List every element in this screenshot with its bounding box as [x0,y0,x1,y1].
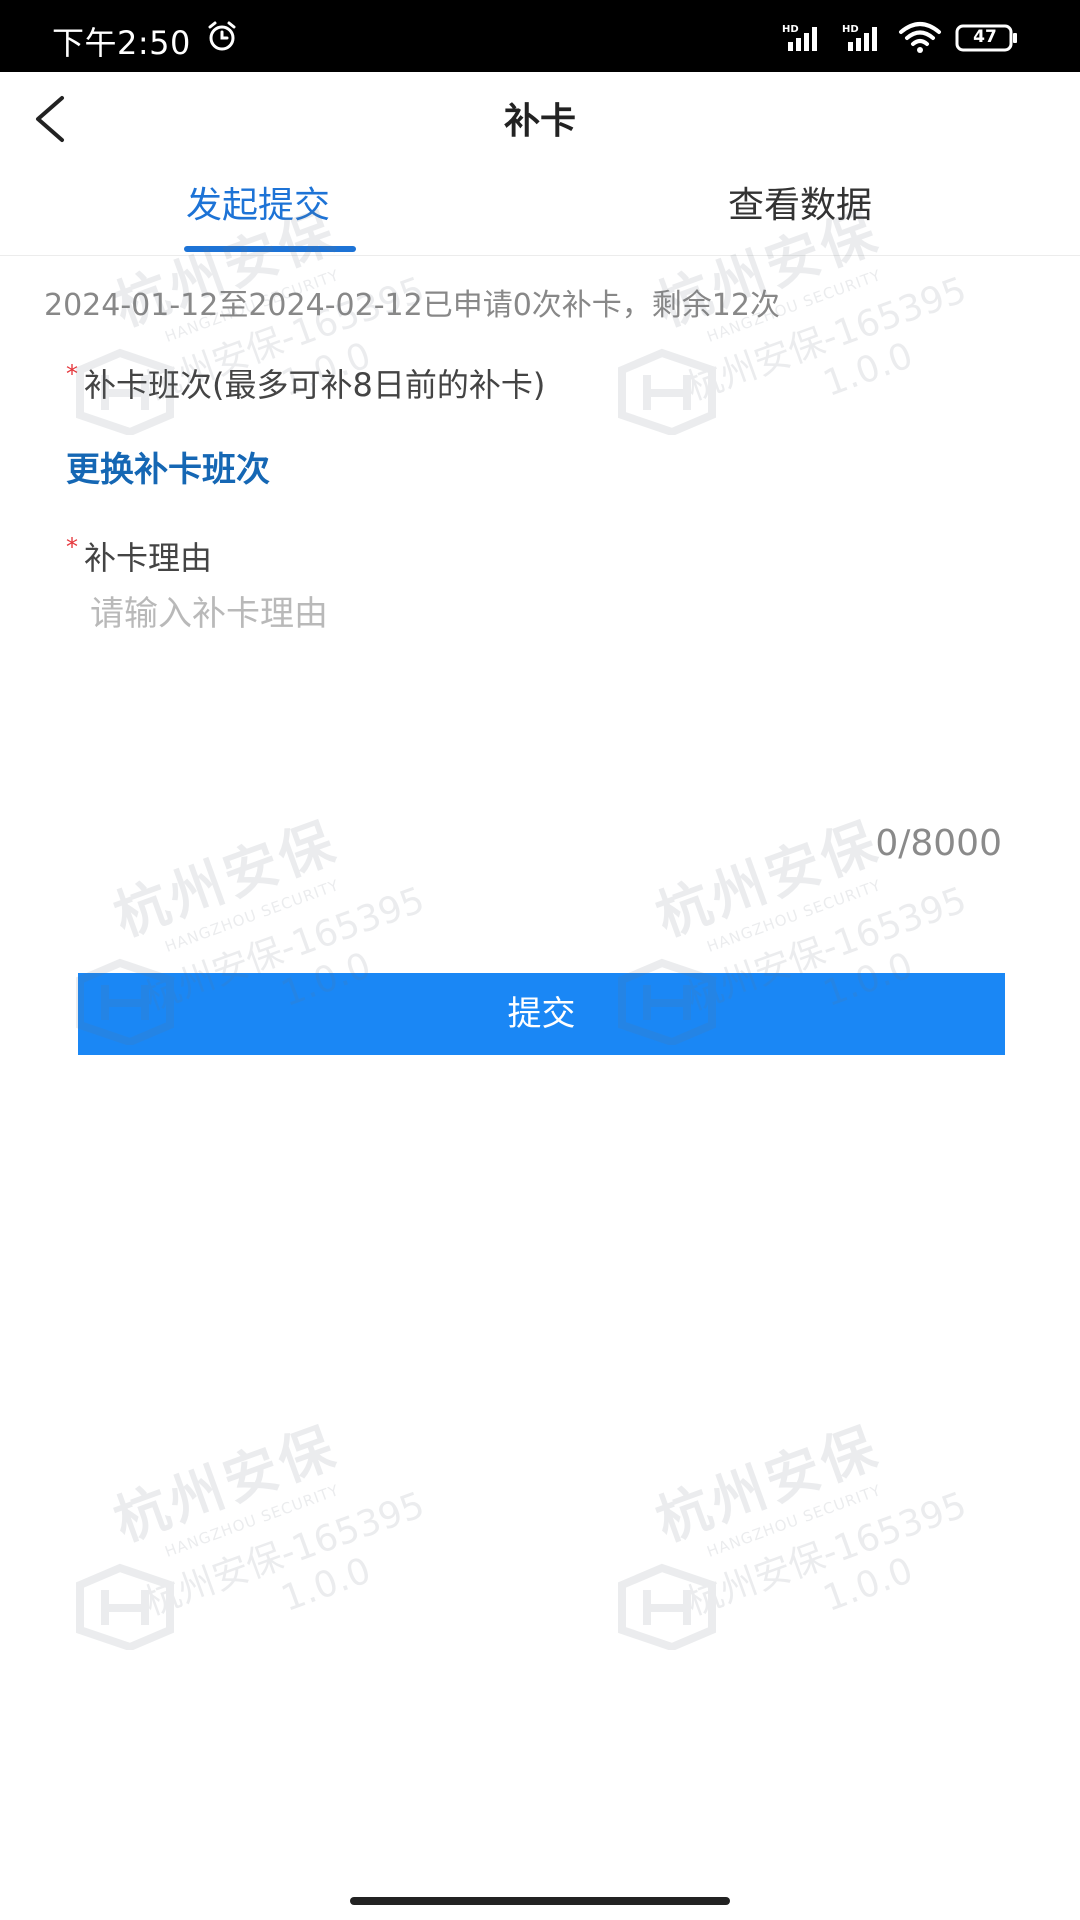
page: 下午2:50 HD HD 47 补卡 发起提交 查看数据 2024-01-12至… [0,0,1080,1920]
signal-icon: HD [782,24,817,51]
watermark-brand-en: HANGZHOU SECURITY [704,1481,884,1561]
watermark-text: 杭州安保 HANGZHOU SECURITY 杭州安保-165395 1.0.0 [102,1379,452,1670]
status-bar: 下午2:50 HD HD 47 [0,0,1080,72]
tab-view-data[interactable]: 查看数据 [728,176,872,228]
watermark-brand-en: HANGZHOU SECURITY [162,876,342,956]
active-tab-indicator [184,246,356,252]
watermark-logo-icon [76,1563,174,1650]
watermark: 杭州安保 HANGZHOU SECURITY 杭州安保-165395 1.0.0 [70,1415,490,1680]
watermark-user: 杭州安保-165395 [139,1484,430,1624]
home-indicator[interactable] [350,1897,730,1905]
required-mark: * [66,533,78,561]
watermark: 杭州安保 HANGZHOU SECURITY 杭州安保-165395 1.0.0 [612,200,1032,465]
battery-level: 47 [973,27,997,47]
required-mark: * [66,360,78,388]
svg-text:HD: HD [782,24,799,35]
watermark-version: 1.0.0 [276,1550,377,1620]
nav-bar: 补卡 [0,72,1080,158]
reason-input[interactable] [90,588,1010,818]
signal-icon: HD [842,24,877,51]
watermark: 杭州安保 HANGZHOU SECURITY 杭州安保-165395 1.0.0 [70,200,490,465]
watermark-logo-icon [618,1563,716,1650]
svg-text:HD: HD [842,24,859,35]
alarm-icon [208,21,236,51]
reason-label-text: 补卡理由 [84,539,213,577]
watermark-brand: 杭州安保 [106,1414,346,1554]
status-time: 下午2:50 [52,24,191,62]
shift-label: * 补卡班次(最多可补8日前的补卡) [66,360,545,406]
watermark-version: 1.0.0 [818,1550,919,1620]
watermark-user: 杭州安保-165395 [681,1484,972,1624]
shift-label-text: 补卡班次(最多可补8日前的补卡) [84,366,546,404]
watermark: 杭州安保 HANGZHOU SECURITY 杭州安保-165395 1.0.0 [612,1415,1032,1680]
change-shift-link[interactable]: 更换补卡班次 [66,442,270,491]
watermark-version: 1.0.0 [818,335,919,405]
submit-button[interactable]: 提交 [78,973,1005,1055]
tab-bar: 发起提交 查看数据 [0,158,1080,256]
wifi-icon [899,22,941,53]
watermark-brand-en: HANGZHOU SECURITY [704,876,884,956]
char-count: 0/8000 [875,823,1002,864]
watermark-logo-icon [618,348,716,435]
reason-label: * 补卡理由 [66,533,212,579]
page-title: 补卡 [503,101,576,142]
apply-summary: 2024-01-12至2024-02-12已申请0次补卡，剩余12次 [44,288,780,323]
watermark-brand: 杭州安保 [648,1414,888,1554]
watermark-text: 杭州安保 HANGZHOU SECURITY 杭州安保-165395 1.0.0 [644,1379,994,1670]
tab-submit[interactable]: 发起提交 [186,176,330,228]
watermark-brand-en: HANGZHOU SECURITY [162,1481,342,1561]
